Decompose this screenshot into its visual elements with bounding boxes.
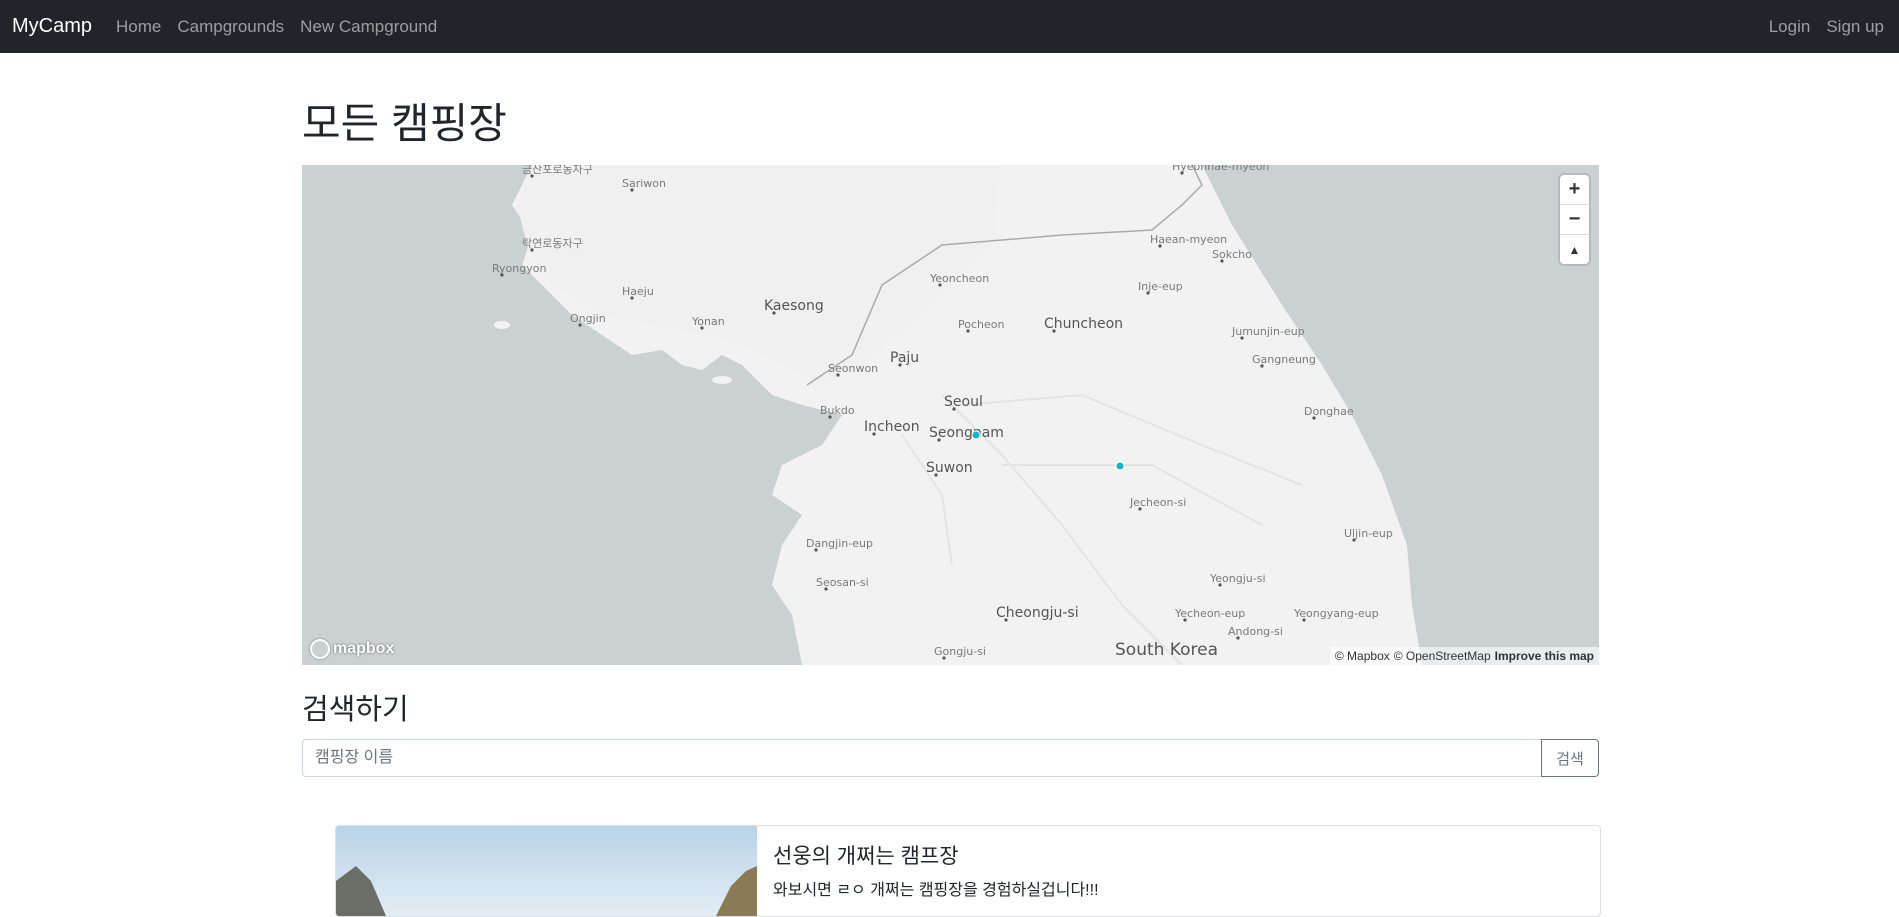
map-attribution: © Mapbox © OpenStreetMap Improve this ma… (1329, 647, 1599, 665)
place-label: 금산포로동자구 (522, 165, 593, 176)
nav-new-campground[interactable]: New Campground (300, 17, 437, 37)
place-label: Paju (890, 350, 919, 366)
campground-description: 와보시면 ㄹㅇ 개쩌는 캠핑장을 경험하실겁니다!!! (773, 882, 1099, 899)
place-label: Gongju-si (934, 645, 986, 658)
search-input[interactable] (302, 739, 1542, 777)
nav-home[interactable]: Home (116, 17, 161, 37)
campground-marker[interactable] (971, 430, 981, 440)
map-island (494, 321, 510, 329)
map-island (712, 376, 732, 384)
attribution-osm[interactable]: © OpenStreetMap (1394, 649, 1491, 663)
place-label: Bukdo (820, 404, 855, 417)
place-label: Haean-myeon (1150, 233, 1227, 246)
place-label: Kaesong (764, 298, 824, 314)
mapbox-logo-text: mapbox (333, 640, 395, 657)
place-label: Yecheon-eup (1174, 607, 1245, 620)
place-label: Inje-eup (1138, 280, 1183, 293)
search-button[interactable]: 검색 (1541, 739, 1599, 777)
nav-login[interactable]: Login (1769, 17, 1811, 37)
zoom-in-button[interactable]: + (1560, 175, 1589, 205)
campground-card[interactable]: 선웅의 개쩌는 캠프장 와보시면 ㄹㅇ 개쩌는 캠핑장을 경험하실겁니다!!! (335, 825, 1601, 917)
place-label: Andong-si (1228, 625, 1283, 638)
place-label: Suwon (926, 460, 973, 476)
place-label: Cheongju-si (996, 605, 1079, 621)
place-label: Haeju (622, 285, 654, 298)
mapbox-logo[interactable]: mapbox (310, 639, 394, 659)
place-label: Seonwon (828, 362, 878, 375)
campground-card-body: 선웅의 개쩌는 캠프장 와보시면 ㄹㅇ 개쩌는 캠핑장을 경험하실겁니다!!! (757, 826, 1115, 916)
attribution-mapbox[interactable]: © Mapbox (1335, 649, 1390, 663)
place-label: Yeoncheon (929, 272, 989, 285)
campground-map[interactable]: 금산포로동자구 Sariwon 락연로동자구 Ryongyon Haeju Ongjin Y… (302, 165, 1599, 665)
place-label: Dangjin-eup (806, 537, 873, 550)
place-label: Yonan (691, 315, 725, 328)
campground-photo (336, 826, 757, 916)
nav-right: Login Sign up (1753, 17, 1899, 37)
place-label: Seosan-si (816, 576, 869, 589)
place-label: Gangneung (1252, 353, 1316, 366)
search-heading: 검색하기 (302, 694, 409, 726)
page-title: 모든 캠핑장 (302, 100, 507, 147)
map-zoom-control: + − ▲ (1560, 175, 1589, 264)
compass-button[interactable]: ▲ (1560, 235, 1589, 264)
place-label: Yeongyang-eup (1293, 607, 1379, 620)
improve-map-link[interactable]: Improve this map (1495, 649, 1594, 663)
country-label: South Korea (1115, 640, 1218, 660)
place-label: Donghae (1304, 405, 1354, 418)
nav-campgrounds[interactable]: Campgrounds (177, 17, 284, 37)
map-canvas[interactable]: 금산포로동자구 Sariwon 락연로동자구 Ryongyon Haeju Ongjin Y… (302, 165, 1599, 665)
campground-title[interactable]: 선웅의 개쩌는 캠프장 (773, 840, 1099, 870)
brand-logo[interactable]: MyCamp (12, 15, 92, 38)
place-label: 락연로동자구 (522, 237, 583, 250)
place-label: Sokcho (1212, 248, 1252, 261)
place-label: Pocheon (958, 318, 1004, 331)
zoom-out-button[interactable]: − (1560, 205, 1589, 235)
place-label: Ongjin (570, 312, 606, 325)
campground-image[interactable] (336, 826, 757, 916)
place-label: Hyeonnae-myeon (1172, 165, 1269, 173)
place-label: Seongnam (929, 425, 1004, 441)
place-label: Uljin-eup (1344, 527, 1393, 540)
place-label: Ryongyon (492, 262, 546, 275)
nav-signup[interactable]: Sign up (1826, 17, 1884, 37)
search-form: 검색 (302, 739, 1599, 777)
navbar: MyCamp Home Campgrounds New Campground L… (0, 0, 1899, 53)
place-label: Sariwon (622, 177, 666, 190)
place-label: Seoul (944, 394, 983, 410)
place-label: Chuncheon (1044, 316, 1123, 332)
place-label: Jumunjin-eup (1231, 325, 1305, 338)
place-label: Jecheon-si (1129, 496, 1186, 509)
mapbox-logo-icon (310, 639, 330, 659)
campground-marker[interactable] (1115, 461, 1125, 471)
place-label: Incheon (864, 419, 920, 435)
place-label: Yeongju-si (1209, 572, 1266, 585)
